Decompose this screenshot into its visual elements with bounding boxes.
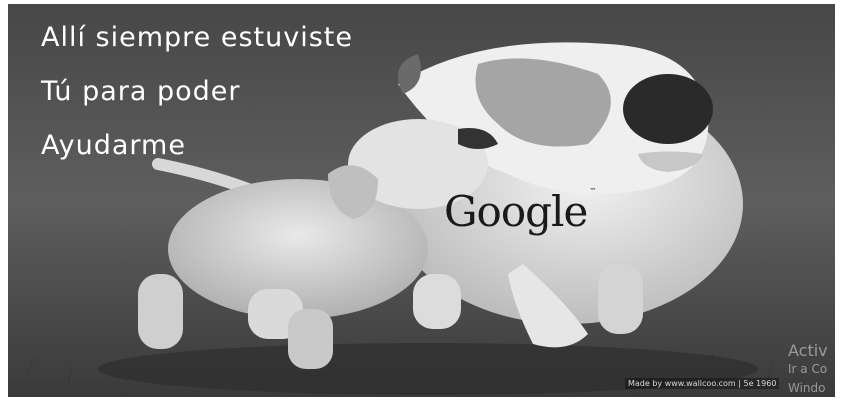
google-logo-text: Google (444, 187, 588, 236)
dog-photo: Allí siempre estuviste Tú para poder Ayu… (8, 4, 835, 397)
caption-line-1: Allí siempre estuviste (41, 22, 353, 53)
caption-line-3: Ayudarme (41, 130, 186, 161)
caption-text: Allí siempre estuviste Tú para poder Ayu… (41, 18, 353, 180)
activation-line-2: Ir a Co (788, 362, 828, 376)
activation-line-3: Windo (788, 381, 826, 395)
trademark-mark: ™ (589, 187, 596, 195)
wallpaper-credit: Made by www.wallcoo.com | 5e 1960 (625, 378, 780, 389)
windows-activation-watermark: Activ Ir a Co Windo (788, 341, 828, 397)
caption-line-2: Tú para poder (41, 76, 241, 107)
google-logo: Google ™ (444, 187, 596, 236)
activation-line-1: Activ (788, 341, 828, 360)
